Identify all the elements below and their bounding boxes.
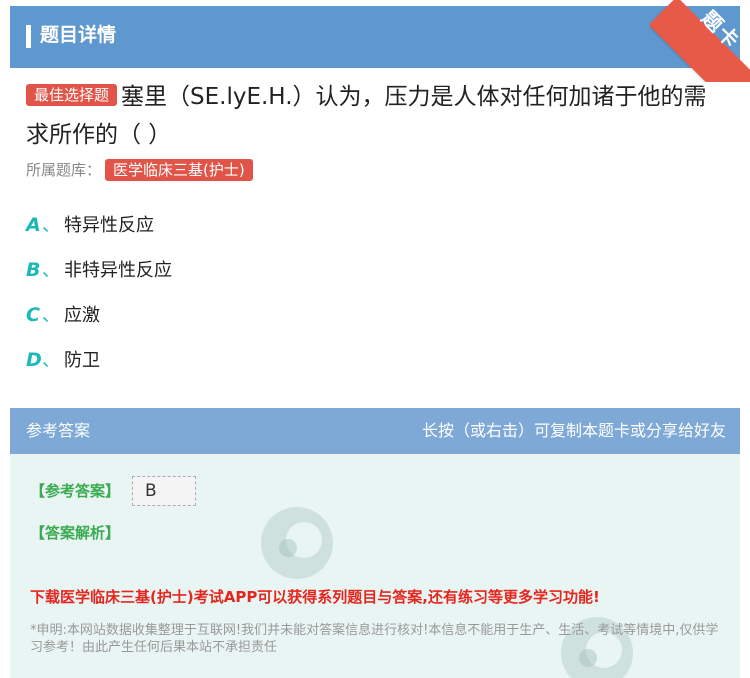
question-bank-badge[interactable]: 医学临床三基(护士) [105, 159, 253, 181]
option-c[interactable]: C、应激 [26, 300, 100, 330]
option-letter: A [26, 214, 41, 236]
option-b[interactable]: B、 非特异性反应 [26, 255, 172, 285]
header-bar: 题目详情 [10, 6, 740, 68]
option-text: 应激 [64, 305, 100, 326]
reference-answer-value: B [132, 476, 196, 506]
option-a[interactable]: A、 特异性反应 [26, 210, 154, 240]
watermark-logo-icon [261, 507, 333, 579]
option-letter: B [26, 259, 41, 281]
answer-section-body: 【参考答案】 B 【答案解析】 下载医学临床三基(护士)考试APP可以获得系列题… [10, 454, 740, 678]
option-separator: 、 [42, 350, 60, 371]
header-accent-bar [26, 25, 31, 48]
answer-explanation-label: 【答案解析】 [30, 524, 121, 542]
option-letter: C [26, 304, 40, 326]
share-hint: 长按（或右击）可复制本题卡或分享给好友 [421, 421, 726, 440]
option-separator: 、 [42, 215, 60, 236]
option-d[interactable]: D、 防卫 [26, 345, 100, 375]
question-block: 最佳选择题 塞里（SE.lyE.H.）认为，压力是人体对任何加诸于他的需求所作的（… [26, 78, 726, 154]
question-type-badge: 最佳选择题 [26, 84, 118, 106]
question-text: 塞里（SE.lyE.H.）认为，压力是人体对任何加诸于他的需求所作的（ ） [26, 84, 707, 148]
option-text: 非特异性反应 [64, 260, 172, 281]
option-letter: D [26, 349, 42, 371]
question-bank-row: 所属题库： 医学临床三基(护士) [26, 158, 253, 182]
option-text: 特异性反应 [64, 215, 154, 236]
option-separator: 、 [42, 260, 60, 281]
question-bank-label: 所属题库： [26, 161, 102, 179]
corner-ribbon: 题卡 [650, 0, 750, 82]
app-promo-link[interactable]: 下载医学临床三基(护士)考试APP可以获得系列题目与答案,还有练习等更多学习功能… [30, 586, 600, 607]
answer-section-header: 参考答案 长按（或右击）可复制本题卡或分享给好友 [10, 408, 740, 454]
disclaimer-text: *申明:本网站数据收集整理于互联网!我们并未能对答案信息进行核对!本信息不能用于… [30, 623, 719, 655]
question-text-line: 最佳选择题 塞里（SE.lyE.H.）认为，压力是人体对任何加诸于他的需求所作的（… [26, 78, 726, 154]
answer-section-title: 参考答案 [26, 421, 91, 440]
reference-answer-label: 【参考答案】 [30, 482, 121, 500]
option-text: 防卫 [64, 350, 100, 371]
option-separator: 、 [42, 305, 60, 326]
page-title: 题目详情 [40, 24, 117, 46]
